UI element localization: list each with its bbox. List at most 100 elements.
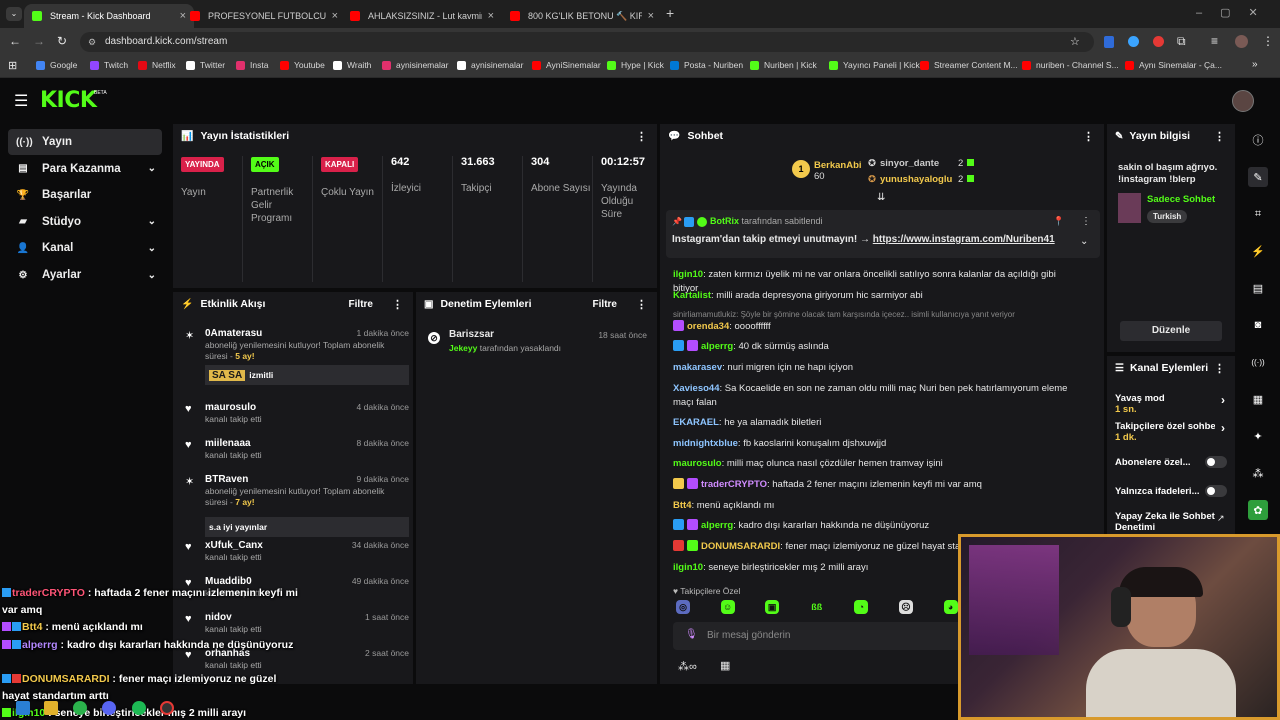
- bookmark-item[interactable]: Youtube: [280, 60, 325, 70]
- emote-icon[interactable]: ▣: [765, 600, 780, 614]
- bookmark-item[interactable]: Nuriben | Kick: [750, 60, 817, 70]
- extensions-icon[interactable]: ⧉: [1177, 34, 1186, 49]
- chat-username[interactable]: Kartalist: [673, 290, 711, 301]
- nav-item-3[interactable]: 🏆 Başarılar: [8, 182, 162, 208]
- spotify-icon[interactable]: [132, 701, 146, 715]
- bookmark-item[interactable]: Insta: [236, 60, 268, 70]
- channel-action[interactable]: Yapay Zeka ile Sohbet Denetimi: [1115, 511, 1227, 533]
- channel-action[interactable]: Yavaş mod 1 sn. ›: [1115, 393, 1227, 415]
- users-icon[interactable]: ⁂: [1248, 463, 1268, 483]
- moderation-user[interactable]: Bariszsar: [449, 329, 494, 340]
- bookmark-item[interactable]: nuriben - Channel S...: [1022, 60, 1119, 70]
- chat-input[interactable]: 🎙 Bir mesaj gönderin: [673, 622, 963, 650]
- more-options-icon[interactable]: ⋮: [636, 130, 647, 143]
- event-user[interactable]: maurosulo: [205, 402, 256, 413]
- more-options-icon[interactable]: ⋮: [392, 298, 403, 311]
- media-icon[interactable]: ≡: [1211, 34, 1218, 48]
- leaf-icon[interactable]: ✿: [1248, 500, 1268, 520]
- wrench-icon[interactable]: ✦: [1248, 426, 1268, 446]
- leaderboard-name[interactable]: yunushayaloglu: [880, 174, 958, 185]
- expand-leaderboard-icon[interactable]: ⇊: [877, 192, 885, 203]
- event-user[interactable]: BTRaven: [205, 474, 248, 485]
- close-icon[interactable]: ×: [648, 10, 654, 22]
- emote-icon[interactable]: ☺: [720, 600, 735, 614]
- nav-item-1[interactable]: ((·)) Yayın: [8, 129, 162, 155]
- more-options-icon[interactable]: ⋮: [1214, 130, 1225, 143]
- bookmark-item[interactable]: aynisinemalar: [457, 60, 523, 70]
- url-field[interactable]: ⚙ dashboard.kick.com/stream: [80, 32, 1094, 52]
- leaderboard-name[interactable]: sinyor_dante: [880, 158, 958, 169]
- nav-item-4[interactable]: ▰ Stüdyo ⌄: [8, 209, 162, 235]
- leaderboard-name[interactable]: BerkanAbi: [814, 160, 862, 171]
- discord-icon[interactable]: [102, 701, 116, 715]
- pinned-user[interactable]: BotRix: [710, 216, 739, 226]
- chevron-down-icon[interactable]: ⌄: [148, 243, 156, 254]
- external-link-icon[interactable]: ↗: [1217, 513, 1225, 524]
- bookmark-item[interactable]: Twitch: [90, 60, 128, 70]
- profile-avatar[interactable]: [1235, 35, 1248, 48]
- info-icon[interactable]: ⓘ: [1248, 130, 1268, 150]
- pinned-link[interactable]: https://www.instagram.com/Nuriben41: [873, 234, 1055, 245]
- bookmark-item[interactable]: Aynı Sinemalar - Ça...: [1125, 60, 1222, 70]
- new-tab-button[interactable]: +: [666, 5, 674, 21]
- chat-username[interactable]: makarasev: [673, 362, 722, 373]
- event-user[interactable]: 0Amaterasu: [205, 328, 262, 339]
- broadcast-icon[interactable]: ((·)): [1248, 352, 1268, 372]
- chat-username[interactable]: alperrg: [701, 341, 733, 352]
- chat-username[interactable]: orenda34: [687, 321, 729, 332]
- unpin-icon[interactable]: 📍: [1053, 216, 1064, 227]
- bookmark-item[interactable]: Google: [36, 60, 77, 70]
- store-icon[interactable]: ▦: [720, 659, 730, 672]
- filter-button[interactable]: Filtre: [349, 299, 373, 310]
- apps-grid-icon[interactable]: ⊞: [8, 59, 17, 72]
- bookmark-star-icon[interactable]: ☆: [1070, 35, 1080, 48]
- chevron-down-icon[interactable]: ⌄: [148, 270, 156, 281]
- toggle-switch[interactable]: [1205, 485, 1227, 497]
- more-bookmarks-icon[interactable]: »: [1252, 59, 1258, 70]
- tab-list-button[interactable]: ⌄: [6, 7, 22, 21]
- browser-tab[interactable]: PROFESYONEL FUTBOLCU SENİ ×: [182, 4, 346, 28]
- close-icon[interactable]: ×: [332, 10, 338, 22]
- event-user[interactable]: xUfuk_Canx: [205, 540, 263, 551]
- browser-tab[interactable]: AHLAKSIZSINIZ - Lut kavmind ×: [342, 4, 502, 28]
- chat-username[interactable]: midnightxblue: [673, 438, 738, 449]
- filter-button[interactable]: Filtre: [593, 299, 617, 310]
- browser-tab[interactable]: Stream - Kick Dashboard ×: [24, 4, 194, 28]
- chat-username[interactable]: alperrg: [701, 520, 733, 531]
- chat-bubble-icon[interactable]: ◙: [1248, 315, 1268, 335]
- bookmark-item[interactable]: Yayıncı Paneli | Kick: [829, 60, 920, 70]
- reload-icon[interactable]: ↻: [57, 34, 67, 48]
- document-icon[interactable]: ▤: [1248, 278, 1268, 298]
- user-avatar[interactable]: [1232, 90, 1254, 112]
- site-info-icon[interactable]: ⚙: [88, 32, 96, 52]
- forward-icon[interactable]: →: [33, 34, 45, 48]
- chevron-right-icon[interactable]: ›: [1221, 394, 1225, 406]
- chat-username[interactable]: ilgin10: [673, 269, 703, 280]
- hamburger-icon[interactable]: ☰: [14, 91, 28, 111]
- browser-tab[interactable]: 800 KG'LIK BETONU 🔨 KIRAR ×: [502, 4, 662, 28]
- chevron-down-icon[interactable]: ⌄: [148, 163, 156, 174]
- more-options-icon[interactable]: ⋮: [636, 298, 647, 311]
- chat-username[interactable]: traderCRYPTO: [701, 479, 767, 490]
- nav-item-2[interactable]: ▤ Para Kazanma ⌄: [8, 156, 162, 182]
- chat-username[interactable]: maurosulo: [673, 458, 722, 469]
- more-options-icon[interactable]: ⋮: [1081, 216, 1091, 227]
- bookmark-item[interactable]: Twitter: [186, 60, 225, 70]
- extension-icon[interactable]: [1128, 36, 1139, 47]
- edit-button[interactable]: Düzenle: [1120, 321, 1222, 341]
- obs-icon[interactable]: [160, 701, 174, 715]
- more-options-icon[interactable]: ⋮: [1214, 362, 1225, 375]
- bookmark-item[interactable]: Netflix: [138, 60, 176, 70]
- chat-username[interactable]: ilgin10: [673, 562, 703, 573]
- more-options-icon[interactable]: ⋮: [1083, 130, 1094, 143]
- menu-icon[interactable]: ⋮: [1262, 34, 1274, 48]
- chevron-down-icon[interactable]: ⌄: [1080, 236, 1088, 247]
- chat-username[interactable]: DONUMSARARDI: [701, 541, 780, 552]
- emote-icon[interactable]: ◎: [676, 600, 690, 614]
- bookmark-item[interactable]: Posta - Nuriben: [670, 60, 743, 70]
- category-thumbnail[interactable]: [1118, 193, 1141, 223]
- bookmark-item[interactable]: Hype | Kick: [607, 60, 664, 70]
- crop-icon[interactable]: ⌗: [1248, 204, 1268, 224]
- emote-icon[interactable]: ◔: [854, 600, 869, 614]
- bookmark-item[interactable]: AyniSinemalar: [532, 60, 601, 70]
